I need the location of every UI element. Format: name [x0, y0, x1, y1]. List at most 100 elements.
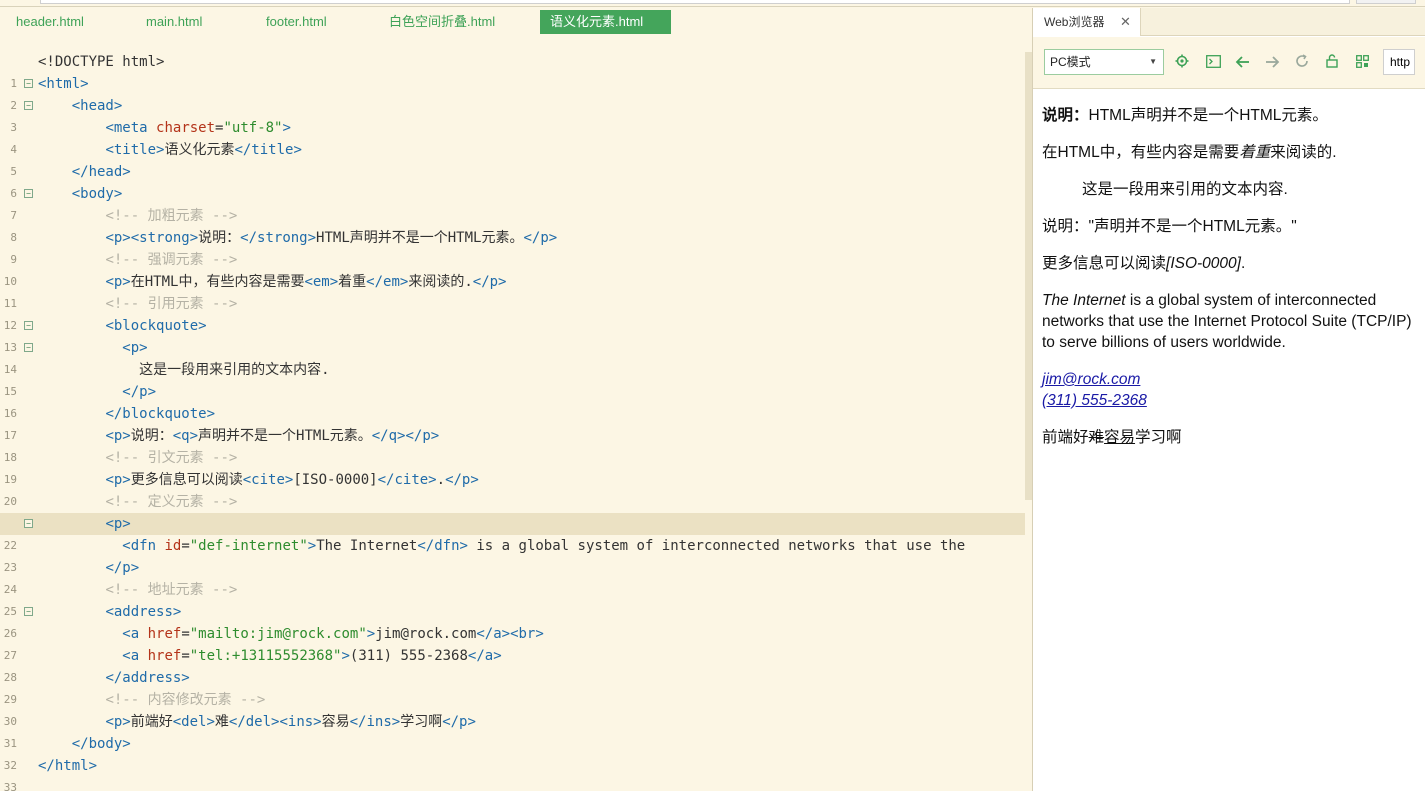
- preview-paragraph-q: 说明："声明并不是一个HTML元素。": [1042, 216, 1417, 237]
- strong-open-tag: <strong>: [130, 230, 199, 246]
- preview-text: 来阅读的.: [1270, 144, 1337, 161]
- code-comment: <!-- 引文元素 -->: [105, 450, 238, 466]
- page-preview: 说明：HTML声明并不是一个HTML元素。 在HTML中，有些内容是需要着重来阅…: [1042, 105, 1417, 464]
- title-open-tag: <title>: [105, 142, 165, 158]
- code-line: 30 <!-- 内容修改元素 -->: [0, 689, 1025, 728]
- tab-semantic-elements-html[interactable]: 语义化元素.html: [540, 10, 671, 34]
- qr-code-icon[interactable]: [1351, 51, 1373, 73]
- code-line: 20 <p>更多信息可以阅读<cite>[ISO-0000]</cite>.</…: [0, 469, 1025, 508]
- tab-main-html[interactable]: main.html: [146, 10, 202, 34]
- browser-tab[interactable]: Web浏览器 ✕: [1033, 8, 1141, 36]
- editor-tab-bar: header.html main.html footer.html 白色空间折叠…: [0, 8, 1033, 34]
- code-line: 33 </html>: [0, 755, 1025, 791]
- attr-value: "tel:+13115552368": [189, 648, 342, 664]
- preview-del-text: 难: [1088, 429, 1105, 446]
- lock-icon[interactable]: [1321, 51, 1343, 73]
- code-text: HTML声明并不是一个HTML元素。: [316, 230, 524, 246]
- preview-paragraph-em: 在HTML中，有些内容是需要着重来阅读的.: [1042, 142, 1417, 163]
- code-text: 这是一段用来引用的文本内容.: [139, 362, 330, 378]
- device-mode-value: PC模式: [1050, 55, 1091, 69]
- email-link[interactable]: jim@rock.com: [1042, 371, 1140, 388]
- fold-toggle-icon[interactable]: −: [24, 101, 33, 110]
- a-open-tag: <a: [122, 648, 140, 664]
- phone-link[interactable]: (311) 555-2368: [1042, 392, 1147, 409]
- code-line: 5 <title>语义化元素</title>: [0, 139, 1025, 178]
- q-close-tag: </q>: [371, 428, 406, 444]
- p-open-tag: <p>: [105, 230, 131, 246]
- dfn-close-tag: </dfn>: [417, 538, 468, 554]
- code-line: 7 − <body>: [0, 183, 1025, 222]
- code-text: 在HTML中，有些内容是需要: [130, 274, 305, 290]
- top-button[interactable]: [1356, 0, 1416, 4]
- a-close-tag: </a>: [476, 626, 511, 642]
- p-close-tag: </p>: [405, 428, 440, 444]
- del-open-tag: <del>: [172, 714, 215, 730]
- preview-address: jim@rock.com (311) 555-2368: [1042, 369, 1417, 411]
- code-line: 19 <!-- 引文元素 -->: [0, 447, 1025, 486]
- device-mode-select[interactable]: PC模式 ▼: [1044, 49, 1164, 75]
- p-open-tag: <p>: [105, 472, 131, 488]
- html-close-tag: </html>: [38, 758, 98, 774]
- code-line: 6 </head>: [0, 161, 1025, 200]
- code-line: 27 <a href="mailto:jim@rock.com">jim@roc…: [0, 623, 1025, 662]
- fold-toggle-icon[interactable]: −: [24, 79, 33, 88]
- body-open-tag: <body>: [71, 186, 123, 202]
- attr-name: id: [164, 538, 182, 554]
- fold-toggle-icon[interactable]: −: [24, 519, 33, 528]
- preview-ins-text: 容易: [1104, 429, 1136, 446]
- code-text: 着重: [338, 274, 367, 290]
- tab-whitespace-folding-html[interactable]: 白色空间折叠.html: [389, 10, 495, 34]
- blockquote-open-tag: <blockquote>: [105, 318, 207, 334]
- code-line: 18 <p>说明：<q>声明并不是一个HTML元素。</q></p>: [0, 425, 1025, 464]
- preview-text: 在HTML中，有些内容是需要: [1042, 144, 1240, 161]
- gear-icon[interactable]: [1171, 51, 1193, 73]
- a-open-tag: <a: [122, 626, 140, 642]
- code-comment: <!-- 强调元素 -->: [105, 252, 238, 268]
- browser-toolbar: PC模式 ▼ http: [1033, 37, 1425, 89]
- q-open-tag: <q>: [172, 428, 199, 444]
- code-line: 32 </body>: [0, 733, 1025, 772]
- terminal-icon[interactable]: [1202, 51, 1224, 73]
- tag-end: >: [282, 120, 291, 136]
- code-line: 2 − <html>: [0, 73, 1025, 112]
- del-close-tag: </del>: [228, 714, 280, 730]
- browser-tab-label: Web浏览器: [1044, 15, 1105, 29]
- p-open-tag: <p>: [105, 428, 131, 444]
- attr-value: "utf-8": [223, 120, 283, 136]
- tab-footer-html[interactable]: footer.html: [266, 10, 327, 34]
- code-line: 9 <p><strong>说明：</strong>HTML声明并不是一个HTML…: [0, 227, 1025, 266]
- code-text: 难: [214, 714, 229, 730]
- a-close-tag: </a>: [467, 648, 502, 664]
- url-input[interactable]: http: [1383, 49, 1415, 75]
- code-text: 容易: [321, 714, 350, 730]
- em-close-tag: </em>: [366, 274, 409, 290]
- fold-toggle-icon[interactable]: −: [24, 321, 33, 330]
- html-open-tag: <html>: [38, 76, 89, 92]
- tag-end: >: [366, 626, 376, 642]
- editor-scrollbar[interactable]: [1025, 52, 1032, 500]
- p-close-tag: </p>: [442, 714, 476, 730]
- preview-text: HTML声明并不是一个HTML元素。: [1088, 107, 1328, 124]
- back-arrow-icon[interactable]: [1231, 51, 1253, 73]
- code-line: 11 <p>在HTML中，有些内容是需要<em>着重</em>来阅读的.</p>: [0, 271, 1025, 310]
- forward-arrow-icon[interactable]: [1261, 51, 1283, 73]
- fold-toggle-icon[interactable]: −: [24, 607, 33, 616]
- p-close-tag: </p>: [122, 384, 157, 400]
- fold-toggle-icon[interactable]: −: [24, 189, 33, 198]
- code-line: 12 <!-- 引用元素 -->: [0, 293, 1025, 332]
- refresh-icon[interactable]: [1291, 51, 1313, 73]
- preview-paragraph-strong: 说明：HTML声明并不是一个HTML元素。: [1042, 105, 1417, 126]
- preview-dfn-text: The Internet: [1042, 292, 1126, 309]
- attr-value: "def-internet": [189, 538, 308, 554]
- close-icon[interactable]: ✕: [1120, 8, 1131, 36]
- p-open-tag: <p>: [122, 340, 148, 356]
- code-line: 25 <!-- 地址元素 -->: [0, 579, 1025, 618]
- code-area[interactable]: 1 <!DOCTYPE html> 2 − <html> 3 − <head> …: [0, 51, 1025, 791]
- code-comment: <!-- 内容修改元素 -->: [105, 692, 266, 708]
- top-address-field[interactable]: [40, 0, 1350, 4]
- attr-name: href: [147, 648, 182, 664]
- meta-tag: <meta: [105, 120, 148, 136]
- code-line: 15 这是一段用来引用的文本内容.: [0, 359, 1025, 398]
- tab-header-html[interactable]: header.html: [16, 10, 84, 34]
- fold-toggle-icon[interactable]: −: [24, 343, 33, 352]
